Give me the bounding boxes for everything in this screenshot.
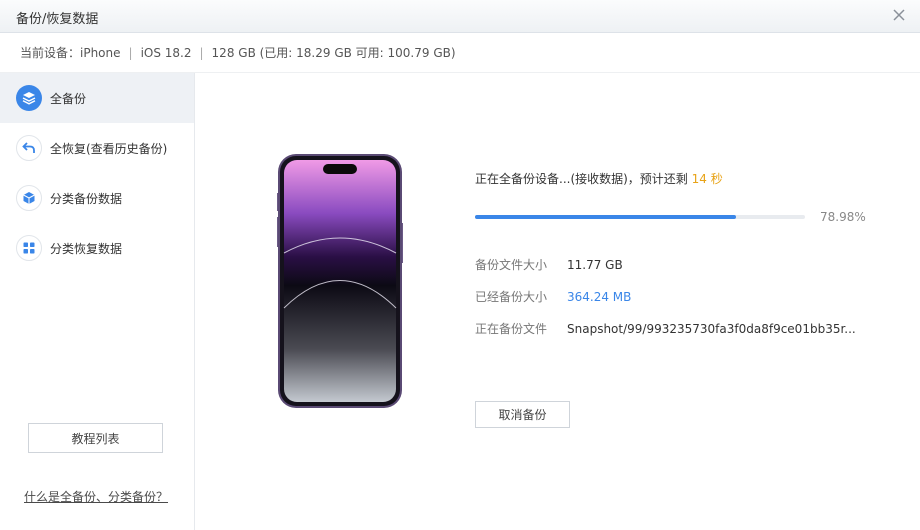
sidebar-item-label: 全恢复(查看历史备份) <box>50 141 168 156</box>
title-bar: 备份/恢复数据 <box>0 0 920 33</box>
info-label: 备份文件大小 <box>475 258 548 272</box>
sidebar-item-label: 分类恢复数据 <box>50 241 123 256</box>
device-info-bar: 当前设备：iPhone | iOS 18.2 | 128 GB (已用: 18.… <box>0 33 920 73</box>
layers-icon <box>16 85 42 111</box>
storage-info: 128 GB (已用: 18.29 GB 可用: 100.79 GB) <box>211 46 456 60</box>
remaining-time: 14 秒 <box>691 172 723 186</box>
undo-arrow-icon <box>16 135 42 161</box>
sidebar-item-label: 全备份 <box>50 91 87 106</box>
info-value: 364.24 MB <box>567 290 632 304</box>
close-icon[interactable] <box>890 6 908 24</box>
cancel-backup-button[interactable]: 取消备份 <box>475 401 570 428</box>
sidebar-item-full-backup[interactable]: 全备份 <box>0 73 194 123</box>
sidebar-item-label: 分类备份数据 <box>50 191 123 206</box>
backup-help-link[interactable]: 什么是全备份、分类备份？ <box>24 488 168 505</box>
ios-version: iOS 18.2 <box>140 45 192 60</box>
sidebar-item-category-restore[interactable]: 分类恢复数据 <box>0 223 194 273</box>
backup-progress-bar <box>475 215 805 219</box>
status-prefix: 正在全备份设备...(接收数据)，预计还剩 <box>475 172 688 186</box>
iphone-illustration <box>277 154 403 408</box>
info-label: 正在备份文件 <box>475 322 548 336</box>
cube-icon <box>16 185 42 211</box>
info-row-backed-up: 已经备份大小 364.24 MB <box>475 288 631 305</box>
info-value: 11.77 GB <box>567 258 623 272</box>
backup-status-text: 正在全备份设备...(接收数据)，预计还剩 14 秒 <box>475 170 723 187</box>
info-row-current-file: 正在备份文件 Snapshot/99/993235730fa3f0da8f9ce0… <box>475 320 856 337</box>
info-row-total-size: 备份文件大小 11.77 GB <box>475 256 623 273</box>
info-label: 已经备份大小 <box>475 290 548 304</box>
progress-percent: 78.98% <box>820 210 866 224</box>
info-value: Snapshot/99/993235730fa3f0da8f9ce01bb35r… <box>567 322 856 336</box>
progress-fill <box>475 215 736 219</box>
device-name: 当前设备：iPhone <box>20 46 121 60</box>
grid-icon <box>16 235 42 261</box>
sidebar-item-category-backup[interactable]: 分类备份数据 <box>0 173 194 223</box>
window-title: 备份/恢复数据 <box>16 12 99 27</box>
divider: | <box>199 45 204 60</box>
tutorial-list-button[interactable]: 教程列表 <box>28 423 163 453</box>
sidebar-item-full-restore[interactable]: 全恢复(查看历史备份) <box>0 123 194 173</box>
sidebar: 全备份 全恢复(查看历史备份) 分类备份数据 分类恢复数据 教程列表 什么是全备… <box>0 73 195 530</box>
divider: | <box>128 45 133 60</box>
